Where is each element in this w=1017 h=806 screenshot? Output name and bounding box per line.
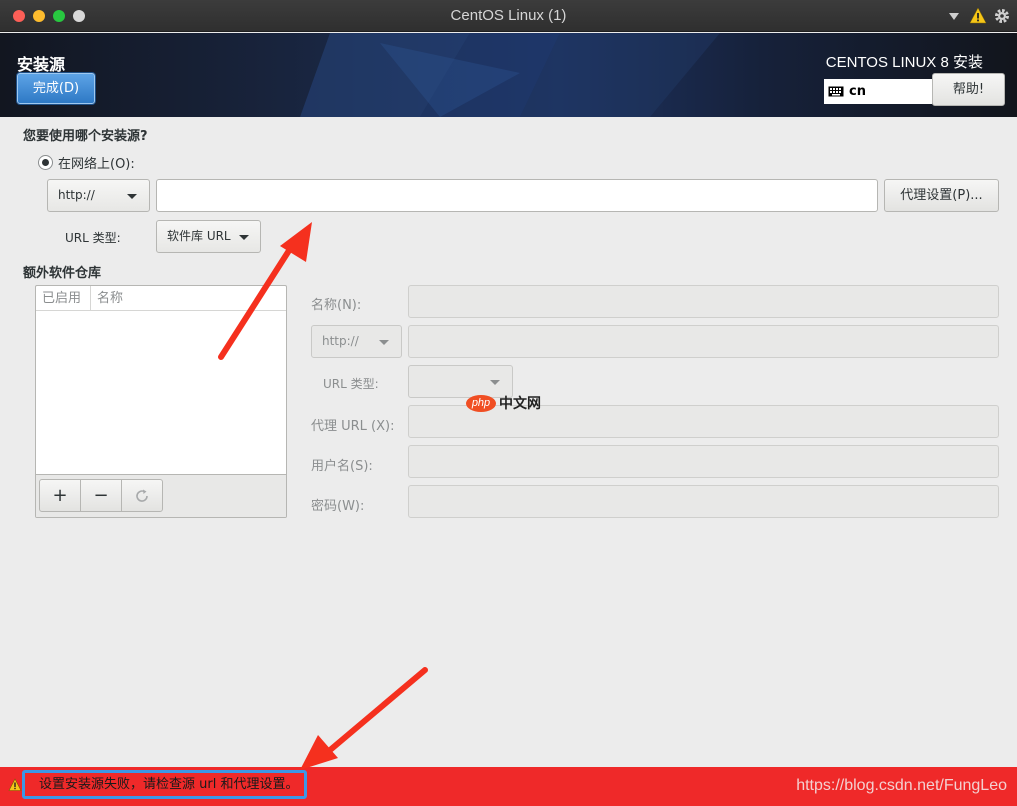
network-option-label: 在网络上(O):: [58, 157, 135, 172]
username-input[interactable]: [408, 445, 999, 478]
warning-icon[interactable]: [969, 7, 987, 25]
php-watermark: php 中文网: [466, 393, 541, 413]
source-question: 您要使用哪个安装源?: [23, 129, 148, 144]
protocol-value: http://: [58, 188, 95, 202]
repo-name-input[interactable]: [408, 285, 999, 318]
source-url-input[interactable]: [156, 179, 878, 212]
window-title: CentOS Linux (1): [450, 7, 567, 24]
column-enabled[interactable]: 已启用: [36, 286, 91, 310]
remove-repo-button[interactable]: −: [80, 479, 122, 512]
repo-list[interactable]: 已启用 名称 + −: [35, 285, 287, 518]
window-title-bar: CentOS Linux (1): [0, 0, 1017, 32]
url-type-dropdown[interactable]: 软件库 URL: [156, 220, 261, 253]
repo-protocol-value: http://: [322, 334, 359, 348]
password-label: 密码(W):: [311, 499, 365, 514]
additional-repos-title: 额外软件仓库: [23, 266, 102, 281]
add-repo-button[interactable]: +: [39, 479, 81, 512]
warning-icon: [8, 778, 22, 791]
column-name[interactable]: 名称: [91, 286, 123, 310]
error-status-bar[interactable]: 设置安装源失败，请检查源 url 和代理设置。 https://blog.csd…: [0, 767, 1017, 806]
keyboard-icon: [828, 86, 844, 97]
repo-url-input[interactable]: [408, 325, 999, 358]
repo-list-header: 已启用 名称: [36, 286, 286, 311]
annotation-arrow-error: [300, 667, 428, 770]
reset-repo-button[interactable]: [121, 479, 163, 512]
gear-icon[interactable]: [993, 7, 1011, 25]
network-source-radio[interactable]: 在网络上(O):: [38, 153, 135, 172]
chevron-down-icon: [379, 340, 389, 345]
repo-url-type-label: URL 类型:: [323, 377, 379, 391]
repo-toolbar: + −: [36, 474, 286, 517]
page-title: 安装源: [17, 55, 66, 74]
chevron-down-icon: [490, 380, 500, 385]
blog-credit: https://blog.csdn.net/FungLeo: [796, 777, 1007, 794]
error-message: 设置安装源失败，请检查源 url 和代理设置。: [22, 770, 307, 799]
chevron-down-icon: [127, 194, 137, 199]
protocol-dropdown[interactable]: http://: [47, 179, 150, 212]
help-button[interactable]: 帮助!: [932, 73, 1005, 106]
dropdown-arrow-icon[interactable]: [945, 7, 963, 25]
username-label: 用户名(S):: [311, 459, 373, 474]
installer-header: 安装源 完成(D) CENTOS LINUX 8 安装 cn 帮助!: [0, 33, 1017, 117]
repo-name-label: 名称(N):: [311, 298, 362, 313]
keyboard-layout-label: cn: [849, 84, 866, 99]
url-type-label: URL 类型:: [65, 231, 121, 245]
proxy-url-label: 代理 URL (X):: [311, 419, 395, 434]
watermark-text: 中文网: [499, 396, 541, 412]
keyboard-layout-indicator[interactable]: cn: [824, 79, 932, 104]
password-input[interactable]: [408, 485, 999, 518]
radio-selected-dot: [42, 159, 49, 166]
watermark-logo: php: [466, 394, 496, 412]
done-button[interactable]: 完成(D): [17, 73, 95, 104]
url-type-value: 软件库 URL: [167, 229, 231, 243]
repo-protocol-dropdown[interactable]: http://: [311, 325, 402, 358]
proxy-settings-button[interactable]: 代理设置(P)...: [884, 179, 999, 212]
radio-button[interactable]: [38, 155, 53, 170]
refresh-icon: [136, 489, 148, 502]
product-title: CENTOS LINUX 8 安装: [825, 54, 983, 71]
chevron-down-icon: [239, 235, 249, 240]
header-background: [0, 33, 1017, 117]
